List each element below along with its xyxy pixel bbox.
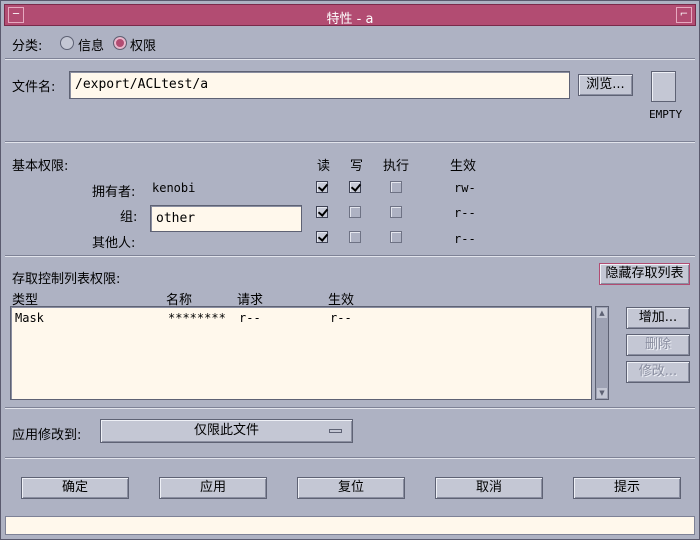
radio-permissions[interactable]: [113, 36, 127, 50]
acl-row-effective[interactable]: r--: [330, 311, 352, 325]
header-exec: 执行: [383, 159, 410, 174]
empty-badge: EMPTY: [649, 108, 683, 121]
acl-delete-button[interactable]: 删除: [626, 334, 690, 356]
scroll-down-icon[interactable]: ▼: [597, 388, 607, 398]
group-exec-checkbox[interactable]: [390, 206, 402, 218]
hide-acl-button[interactable]: 隐藏存取列表: [599, 263, 690, 285]
group-effective: r--: [454, 206, 476, 220]
scroll-up-icon[interactable]: ▲: [597, 308, 607, 318]
title-bar[interactable]: ─ 特性 - a ⌐: [4, 4, 696, 27]
group-write-checkbox[interactable]: [349, 206, 361, 218]
acl-label: 存取控制列表权限:: [12, 272, 121, 287]
owner-value: kenobi: [152, 181, 196, 195]
apply-to-value: 仅限此文件: [193, 423, 259, 438]
cancel-button[interactable]: 取消: [435, 477, 543, 499]
group-label: 组:: [120, 210, 138, 225]
acl-row-type[interactable]: Mask: [15, 311, 44, 325]
radio-info[interactable]: [60, 36, 74, 50]
acl-row-request[interactable]: r--: [239, 311, 261, 325]
others-write-checkbox[interactable]: [349, 231, 361, 243]
divider: [5, 407, 695, 409]
apply-button[interactable]: 应用: [159, 477, 267, 499]
header-read: 读: [317, 159, 331, 174]
divider: [5, 58, 695, 60]
divider: [5, 457, 695, 459]
reset-button[interactable]: 复位: [297, 477, 405, 499]
header-write: 写: [350, 159, 364, 174]
basic-permissions-label: 基本权限:: [12, 159, 69, 174]
header-effective: 生效: [450, 159, 477, 174]
owner-write-checkbox[interactable]: [349, 181, 361, 193]
file-icon-button[interactable]: [651, 71, 676, 102]
divider: [5, 141, 695, 143]
radio-info-label[interactable]: 信息: [78, 35, 104, 54]
window-title: 特性 - a: [326, 12, 374, 27]
owner-exec-checkbox[interactable]: [390, 181, 402, 193]
resize-icon[interactable]: ⌐: [676, 7, 692, 23]
owner-effective: rw-: [454, 181, 476, 195]
help-button[interactable]: 提示: [573, 477, 681, 499]
acl-scrollbar[interactable]: ▲ ▼: [595, 306, 609, 400]
acl-add-button[interactable]: 增加...: [626, 307, 690, 329]
acl-row-name[interactable]: ********: [168, 311, 226, 325]
category-label: 分类:: [12, 39, 43, 54]
apply-to-dropdown[interactable]: 仅限此文件: [100, 419, 353, 443]
filename-field[interactable]: /export/ACLtest/a: [69, 71, 570, 99]
browse-button[interactable]: 浏览...: [578, 74, 633, 96]
dropdown-icon: [329, 429, 342, 433]
others-effective: r--: [454, 232, 476, 246]
others-exec-checkbox[interactable]: [390, 231, 402, 243]
apply-to-label: 应用修改到:: [12, 428, 82, 443]
status-bar: [5, 516, 695, 535]
owner-label: 拥有者:: [92, 185, 136, 200]
divider: [5, 255, 695, 257]
acl-list[interactable]: Mask ******** r-- r--: [10, 306, 592, 400]
others-label: 其他人:: [92, 236, 136, 251]
others-read-checkbox[interactable]: [316, 231, 328, 243]
group-read-checkbox[interactable]: [316, 206, 328, 218]
filename-label: 文件名:: [12, 80, 56, 95]
owner-read-checkbox[interactable]: [316, 181, 328, 193]
properties-window: ─ 特性 - a ⌐ 分类: 信息 权限 文件名: /export/ACLtes…: [0, 0, 700, 540]
radio-permissions-label[interactable]: 权限: [130, 35, 156, 54]
group-field[interactable]: other: [150, 205, 302, 232]
acl-modify-button[interactable]: 修改...: [626, 361, 690, 383]
ok-button[interactable]: 确定: [21, 477, 129, 499]
